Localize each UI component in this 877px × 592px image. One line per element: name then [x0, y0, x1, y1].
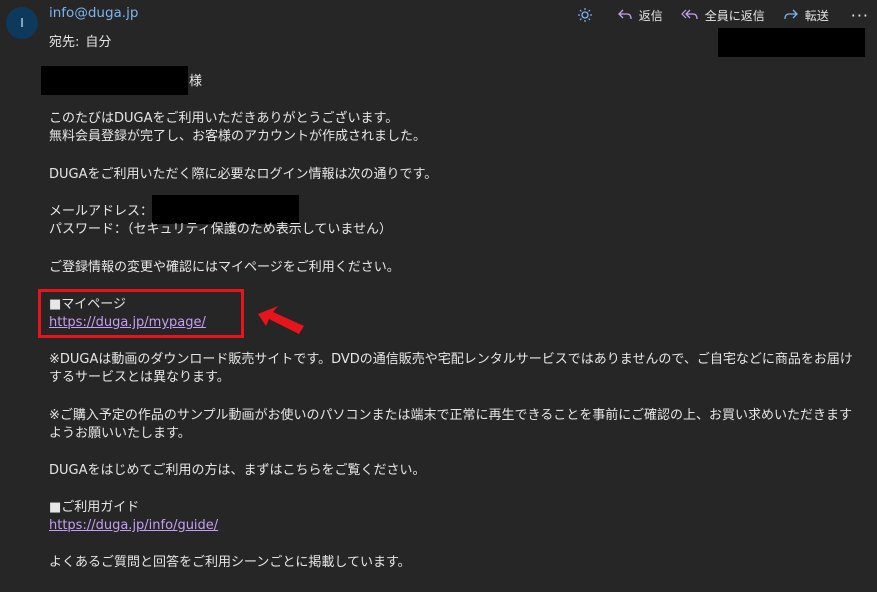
line-registered: 無料会員登録が完了し、お客様のアカウントが作成されました。 — [49, 129, 427, 144]
password-line: パスワード：（セキュリティ保護のため表示していません） — [49, 222, 392, 237]
guide-link-row: https://duga.jp/info/guide/ — [49, 517, 218, 535]
theme-toggle-button[interactable] — [577, 7, 599, 23]
reply-button[interactable]: 返信 — [617, 7, 663, 24]
forward-icon — [784, 9, 798, 20]
more-options-icon[interactable]: ··· — [851, 6, 869, 25]
recipient-line: 宛先: 自分 — [49, 31, 111, 50]
forward-label: 転送 — [804, 8, 829, 23]
email-label: メールアドレス： — [49, 204, 154, 219]
message-toolbar: 返信 全員に返信 転送 ··· — [577, 3, 869, 27]
note-sample: ※ご購入予定の作品のサンプル動画がお使いのパソコンまたは端末で正常に再生できるこ… — [49, 408, 852, 441]
redacted-email-value — [152, 195, 299, 224]
sun-icon — [577, 8, 592, 22]
to-value[interactable]: 自分 — [85, 35, 111, 50]
note-download: ※DUGAは動画のダウンロード販売サイトです。DVDの通信販売や宅配レンタルサー… — [49, 352, 853, 385]
reply-label: 返信 — [638, 8, 663, 23]
line-faq: よくあるご質問と回答をご利用シーンごとに掲載しています。 — [49, 555, 411, 570]
sender-address[interactable]: info@duga.jp — [49, 5, 138, 21]
line-first-time: DUGAをはじめてご利用の方は、まずはこちらをご覧ください。 — [49, 463, 426, 478]
redacted-header-block — [718, 28, 865, 57]
line-mypage-info: ご登録情報の変更や確認にはマイページをご利用ください。 — [49, 260, 400, 275]
forward-button[interactable]: 転送 — [783, 7, 829, 24]
guide-link[interactable]: https://duga.jp/info/guide/ — [49, 518, 218, 533]
highlight-box — [38, 289, 244, 338]
guide-heading: ■ご利用ガイド — [49, 500, 140, 515]
reply-all-icon — [680, 9, 698, 20]
sender-avatar[interactable]: I — [6, 7, 38, 39]
reply-all-button[interactable]: 全員に返信 — [680, 7, 765, 24]
reply-all-label: 全員に返信 — [704, 8, 765, 23]
redacted-recipient-name — [41, 66, 188, 95]
line-login-info: DUGAをご利用いただく際に必要なログイン情報は次の通りです。 — [49, 167, 438, 182]
line-thanks: このたびはDUGAをご利用いただきありがとうございます。 — [49, 111, 399, 126]
reply-icon — [617, 9, 632, 20]
red-arrow-icon — [258, 306, 304, 334]
salutation-suffix: 様 — [189, 74, 203, 89]
to-label: 宛先: — [49, 35, 80, 50]
